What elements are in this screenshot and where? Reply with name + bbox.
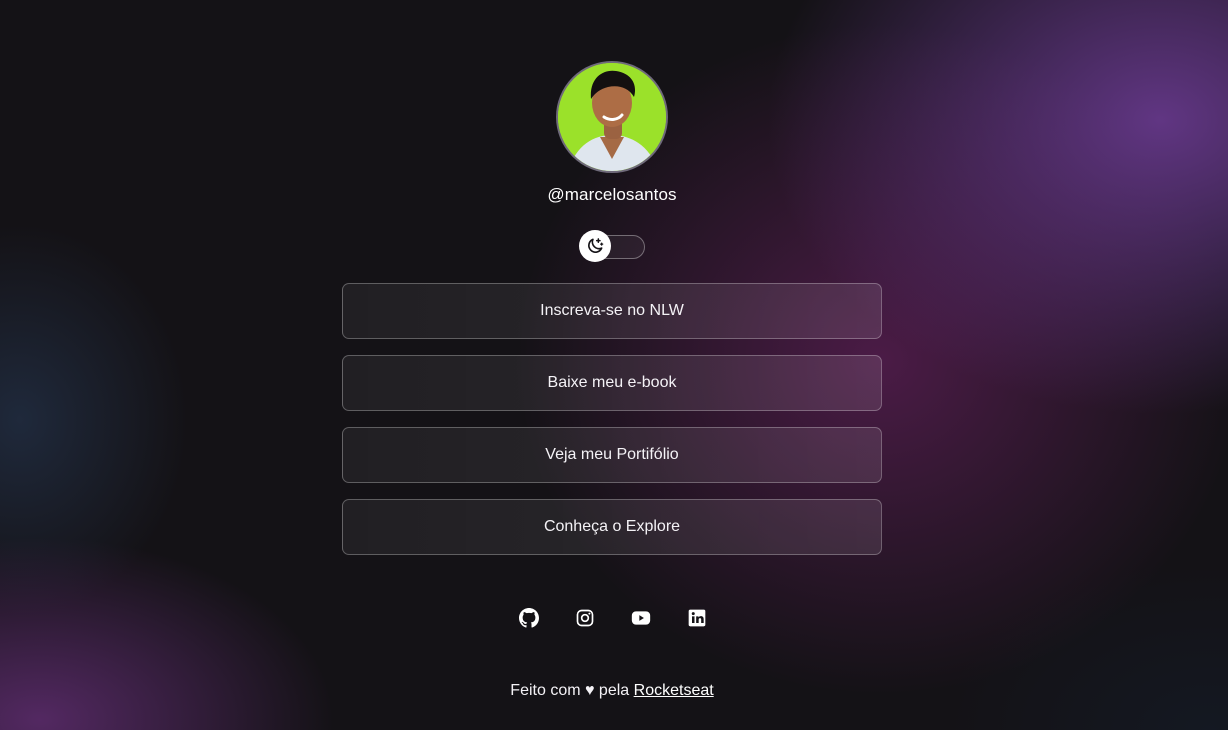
moon-stars-icon <box>588 238 604 253</box>
link-button-ebook[interactable]: Baixe meu e-book <box>342 355 882 411</box>
avatar-portrait-image <box>558 63 666 171</box>
links-list: Inscreva-se no NLW Baixe meu e-book Veja… <box>342 283 882 571</box>
rocketseat-link[interactable]: Rocketseat <box>634 682 714 699</box>
github-icon <box>519 608 539 628</box>
youtube-link[interactable] <box>631 608 651 628</box>
profile-page: @marcelosantos Inscreva-se no NLW Baixe … <box>342 61 882 700</box>
link-item: Inscreva-se no NLW <box>342 283 882 339</box>
link-item: Veja meu Portifólio <box>342 427 882 483</box>
link-button-portfolio[interactable]: Veja meu Portifólio <box>342 427 882 483</box>
github-link[interactable] <box>519 608 539 628</box>
link-button-nlw[interactable]: Inscreva-se no NLW <box>342 283 882 339</box>
theme-switch-knob[interactable] <box>579 230 611 262</box>
footer: Feito com ♥ pela Rocketseat <box>510 682 713 700</box>
theme-switch[interactable] <box>579 230 645 262</box>
link-item: Baixe meu e-book <box>342 355 882 411</box>
instagram-link[interactable] <box>575 608 595 628</box>
linkedin-icon <box>688 609 706 627</box>
footer-text: Feito com ♥ pela <box>510 682 630 699</box>
instagram-icon <box>576 609 594 627</box>
link-button-explore[interactable]: Conheça o Explore <box>342 499 882 555</box>
username: @marcelosantos <box>547 185 677 204</box>
avatar <box>556 61 668 173</box>
social-links <box>519 608 707 628</box>
youtube-icon <box>631 611 651 625</box>
linkedin-link[interactable] <box>687 608 707 628</box>
link-item: Conheça o Explore <box>342 499 882 555</box>
